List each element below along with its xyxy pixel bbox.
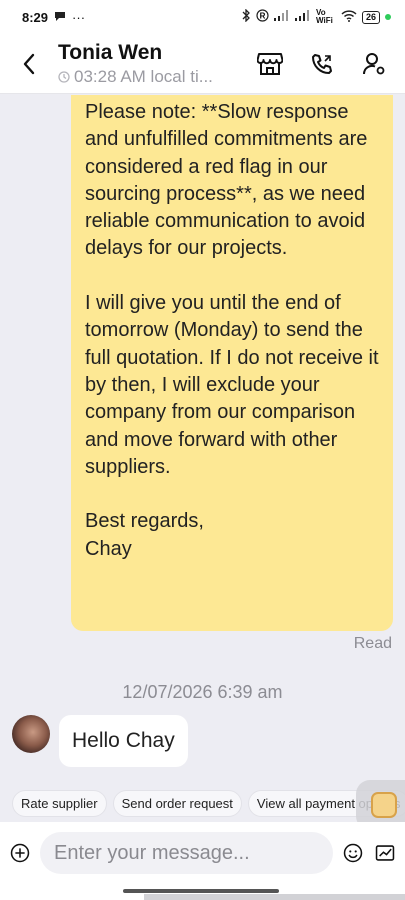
outgoing-message-bubble[interactable]: Please note: **Slow response and unfulfi… — [71, 95, 393, 631]
signal-icon-2 — [294, 10, 311, 24]
registered-icon: R — [256, 9, 269, 25]
contact-info[interactable]: Tonia Wen 03:28 AM local ti... — [58, 40, 248, 88]
add-attachment-icon[interactable] — [10, 840, 30, 866]
battery-icon: 26 — [361, 10, 380, 24]
bluetooth-icon — [242, 8, 251, 25]
message-list[interactable]: Please note: **Slow response and unfulfi… — [0, 95, 405, 785]
avatar[interactable] — [12, 715, 50, 753]
rate-supplier-chip[interactable]: Rate supplier — [12, 790, 107, 817]
incoming-message-bubble[interactable]: Hello Chay — [59, 715, 188, 767]
emoji-icon[interactable] — [343, 840, 363, 866]
assistant-icon — [371, 792, 397, 818]
local-time-text: 03:28 AM local ti... — [74, 66, 213, 86]
signal-icon-1 — [273, 10, 290, 24]
volte-wifi-icon: Vo WiFi — [315, 8, 333, 25]
privacy-indicator-dot — [385, 14, 391, 20]
user-settings-icon — [362, 52, 385, 74]
status-time: 8:29 — [22, 9, 49, 25]
svg-text:R: R — [260, 12, 266, 21]
message-paragraph: I will give you until the end of tomorro… — [85, 292, 379, 478]
store-button[interactable] — [255, 49, 285, 79]
message-paragraph: Please note: **Slow response and unfulfi… — [85, 101, 368, 260]
composer-bar — [0, 822, 405, 884]
back-button[interactable] — [0, 34, 58, 94]
status-bar: 8:29 ··· R Vo WiFi 26 — [0, 0, 405, 34]
phone-icon — [312, 53, 332, 74]
message-input[interactable] — [40, 832, 333, 874]
message-timestamp: 12/07/2026 6:39 am — [122, 682, 283, 702]
profile-settings-button[interactable] — [359, 49, 389, 79]
read-receipt: Read — [353, 635, 392, 652]
chat-header: Tonia Wen 03:28 AM local ti... — [0, 34, 405, 94]
message-text: Hello Chay — [72, 729, 175, 752]
home-indicator[interactable] — [123, 889, 279, 893]
send-order-request-chip[interactable]: Send order request — [112, 790, 242, 817]
clock-icon — [58, 70, 70, 83]
chat-notification-icon — [54, 10, 66, 25]
message-signature: Chay — [85, 537, 132, 560]
call-button[interactable] — [307, 49, 337, 79]
wifi-icon — [341, 9, 357, 25]
contact-name: Tonia Wen — [58, 40, 163, 64]
trade-chart-icon[interactable] — [375, 840, 395, 866]
navigation-bar — [0, 884, 405, 900]
more-notifications-icon: ··· — [72, 9, 86, 25]
scroll-track — [144, 894, 405, 900]
quick-actions-bar: Rate supplier Send order request View al… — [0, 790, 405, 822]
message-closing: Best regards, — [85, 510, 204, 533]
store-icon — [257, 52, 283, 75]
chevron-left-icon — [23, 53, 35, 74]
local-time: 03:28 AM local ti... — [58, 66, 248, 88]
